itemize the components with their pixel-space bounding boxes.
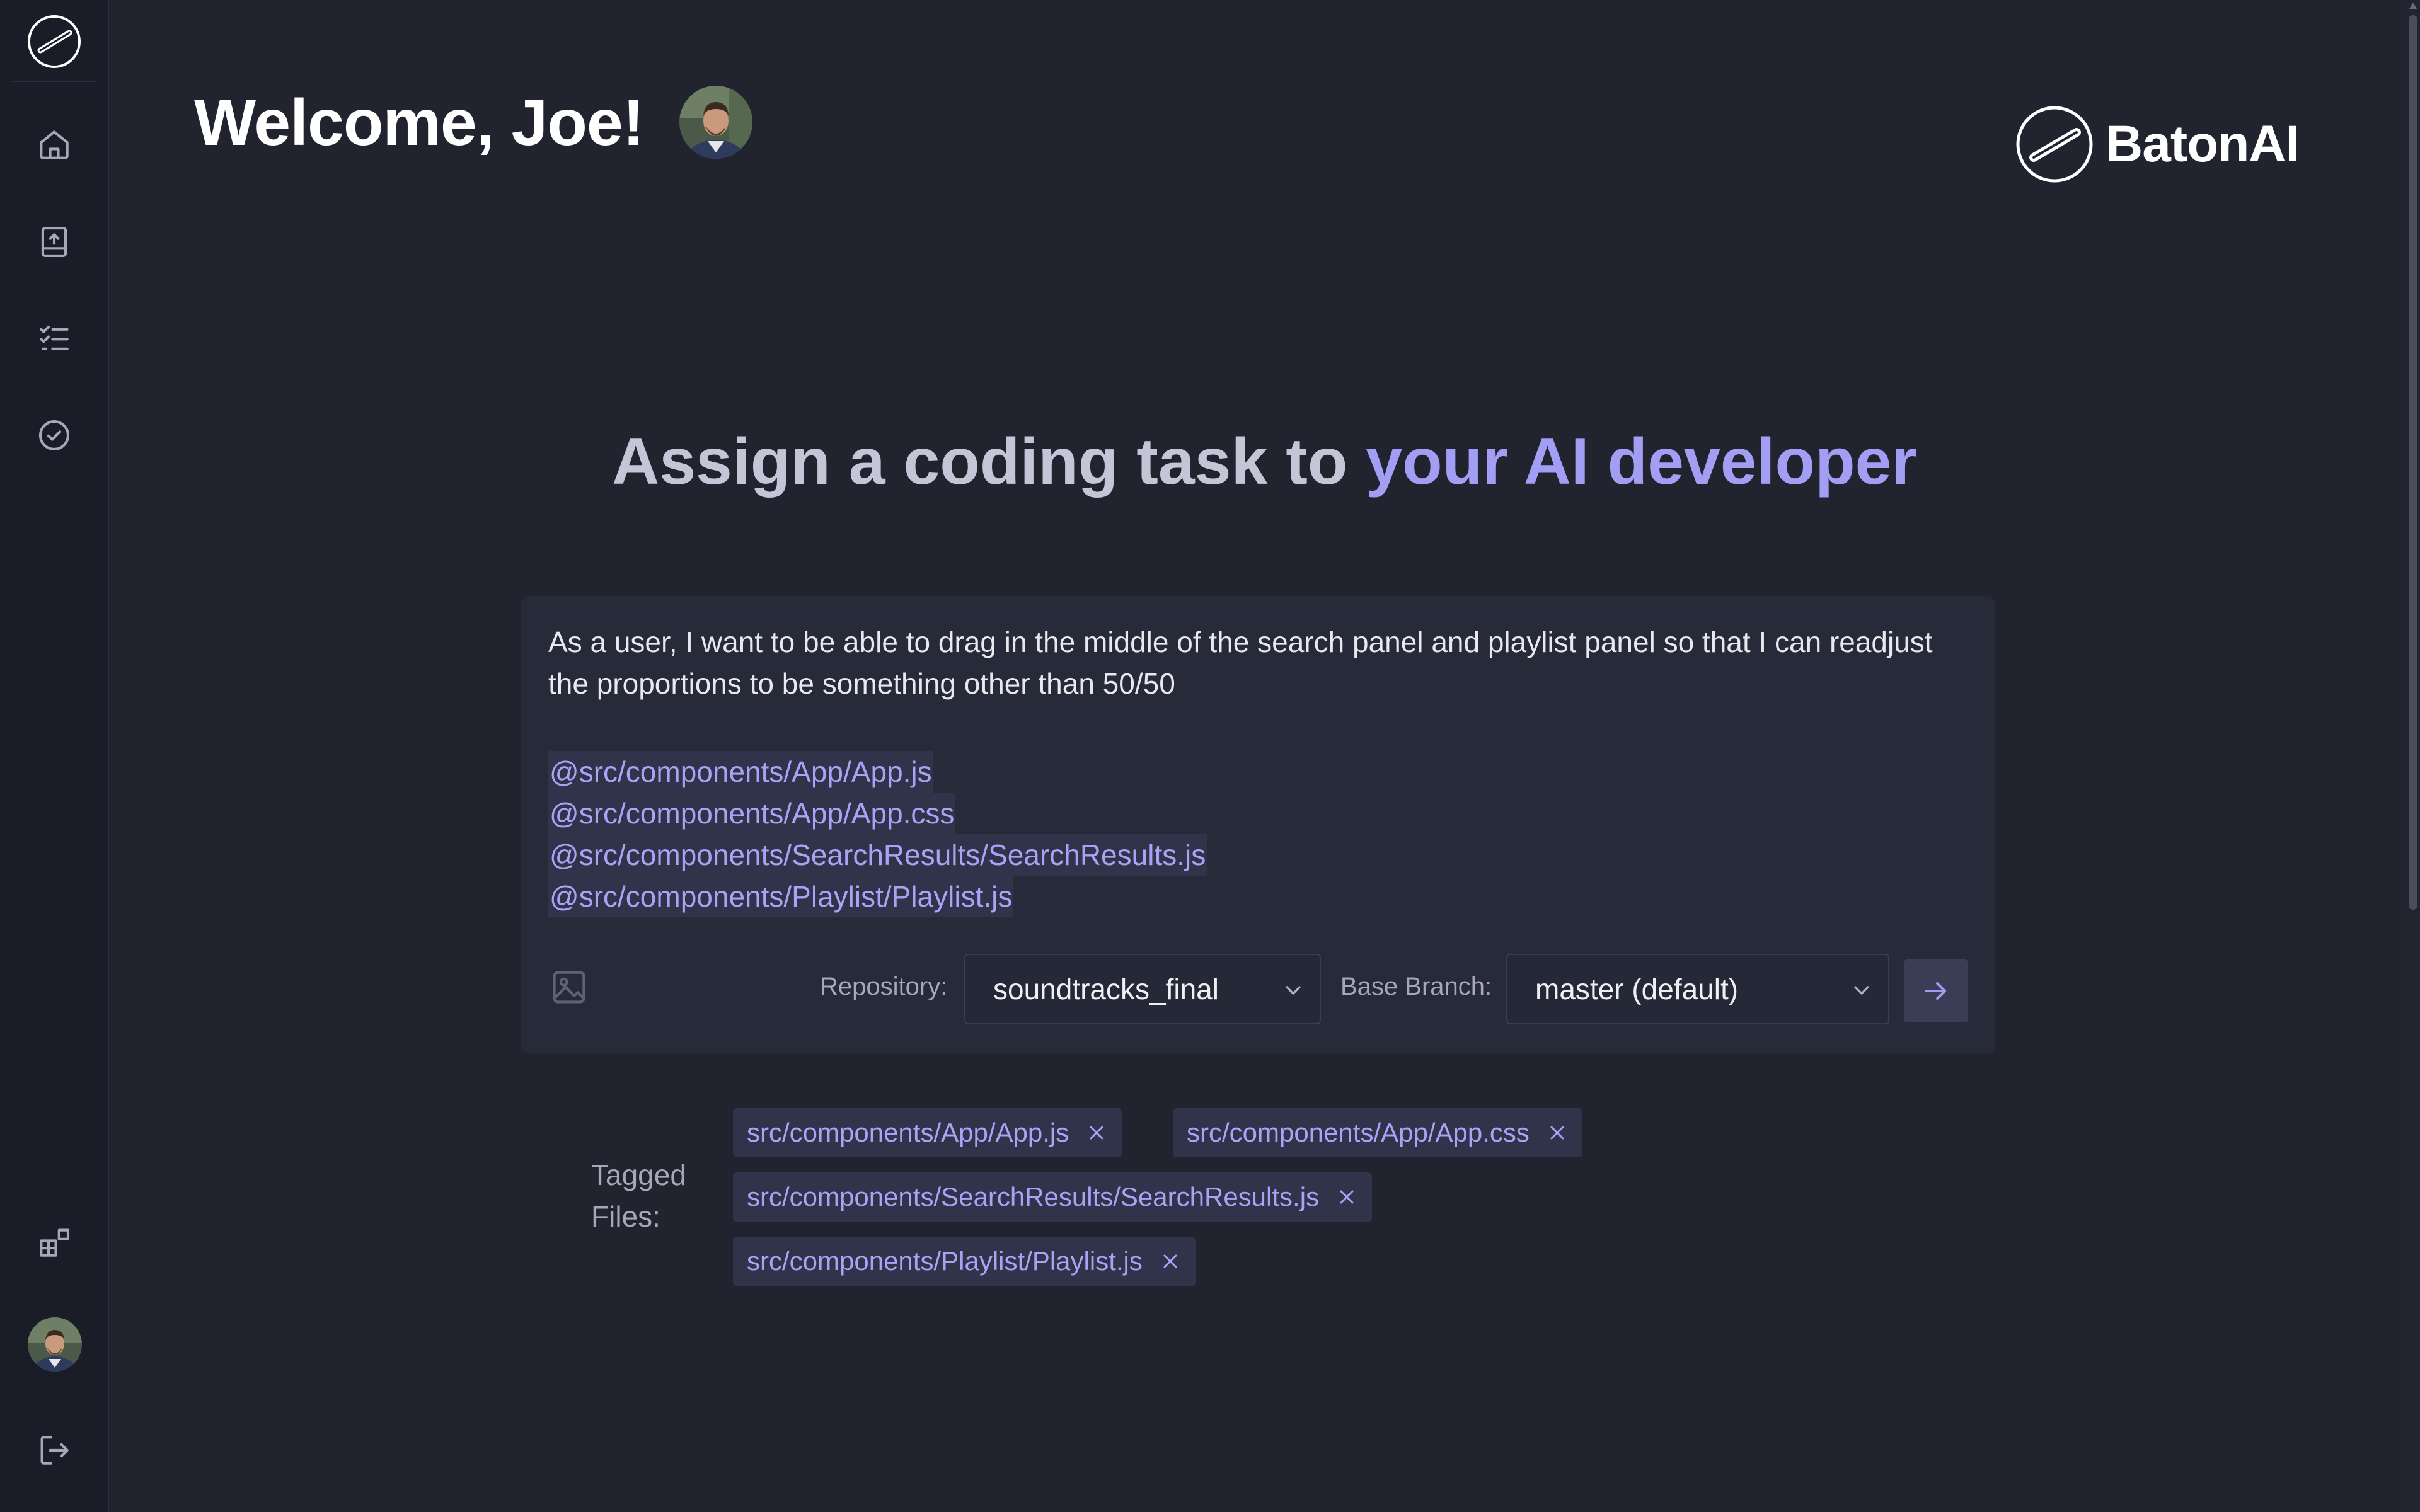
tagged-file-name: src/components/App/App.css: [1187, 1118, 1530, 1147]
sidebar: [0, 0, 109, 1512]
title-part-2: your AI developer: [1366, 425, 1917, 498]
sidebar-item-upload[interactable]: [29, 217, 79, 267]
sidebar-item-tasks[interactable]: [29, 313, 79, 364]
tagged-file-chip: src/components/App/App.css: [1173, 1108, 1582, 1157]
tagged-file-name: src/components/SearchResults/SearchResul…: [747, 1182, 1320, 1211]
sidebar-item-home[interactable]: [29, 120, 79, 170]
tagged-file-name: src/components/App/App.js: [747, 1118, 1069, 1147]
sidebar-item-integrations[interactable]: [29, 1217, 79, 1268]
page-title: Assign a coding task to your AI develope…: [0, 425, 2420, 500]
file-mentions: @src/components/App/App.js @src/componen…: [548, 751, 1207, 917]
tagged-file-name: src/components/Playlist/Playlist.js: [747, 1246, 1143, 1276]
base-branch-value: master (default): [1535, 973, 1739, 1005]
title-part-1: Assign a coding task to: [612, 425, 1366, 498]
brand: BatonAI: [2015, 105, 2300, 184]
task-list-icon: [40, 325, 69, 350]
scrollbar-thumb[interactable]: [2409, 15, 2417, 910]
image-icon: [553, 971, 585, 1004]
baton-logo-icon: [2016, 106, 2093, 183]
home-icon: [40, 130, 69, 159]
tagged-file-chip: src/components/Playlist/Playlist.js: [733, 1237, 1196, 1286]
repository-value: soundtracks_final: [993, 973, 1219, 1005]
sidebar-divider: [13, 81, 96, 82]
page-scrollbar[interactable]: [2406, 0, 2420, 1512]
tagged-file-chip: src/components/SearchResults/SearchResul…: [733, 1172, 1373, 1222]
file-mention[interactable]: @src/components/App/App.css: [548, 793, 956, 834]
tagged-file-chip: src/components/App/App.js: [733, 1108, 1122, 1157]
upload-icon: [41, 226, 67, 258]
logout-icon: [40, 1436, 69, 1465]
chevron-down-icon: [1286, 986, 1301, 995]
close-icon[interactable]: [1335, 1186, 1358, 1208]
welcome-heading: Welcome, Joe!: [194, 86, 644, 159]
close-icon[interactable]: [1546, 1121, 1569, 1144]
close-icon[interactable]: [1085, 1121, 1108, 1144]
base-branch-label: Base Branch:: [1340, 973, 1492, 1000]
arrow-right-icon: [1925, 982, 1946, 1000]
file-mention[interactable]: @src/components/Playlist/Playlist.js: [548, 876, 1014, 917]
chevron-down-icon: [1854, 986, 1869, 995]
attach-image-button[interactable]: [548, 966, 590, 1008]
repository-label: Repository:: [820, 973, 948, 1000]
brand-name: BatonAI: [2106, 115, 2300, 173]
avatar: [679, 86, 752, 159]
task-prompt-input[interactable]: As a user, I want to be able to drag in …: [548, 621, 1979, 704]
file-mention[interactable]: @src/components/App/App.js: [548, 751, 933, 793]
integrations-icon: [40, 1228, 70, 1257]
close-icon[interactable]: [1159, 1250, 1182, 1273]
scroll-up-icon[interactable]: [2409, 3, 2417, 9]
sidebar-avatar[interactable]: [28, 1317, 82, 1372]
tagged-files-label: Tagged Files:: [591, 1159, 686, 1233]
submit-task-button[interactable]: [1904, 959, 1968, 1022]
task-card: As a user, I want to be able to drag in …: [521, 596, 1995, 1053]
sidebar-item-logout[interactable]: [29, 1425, 79, 1475]
base-branch-select[interactable]: master (default): [1506, 954, 1889, 1024]
repository-select[interactable]: soundtracks_final: [964, 954, 1321, 1024]
file-mention[interactable]: @src/components/SearchResults/SearchResu…: [548, 834, 1207, 876]
baton-logo-icon[interactable]: [26, 14, 82, 69]
